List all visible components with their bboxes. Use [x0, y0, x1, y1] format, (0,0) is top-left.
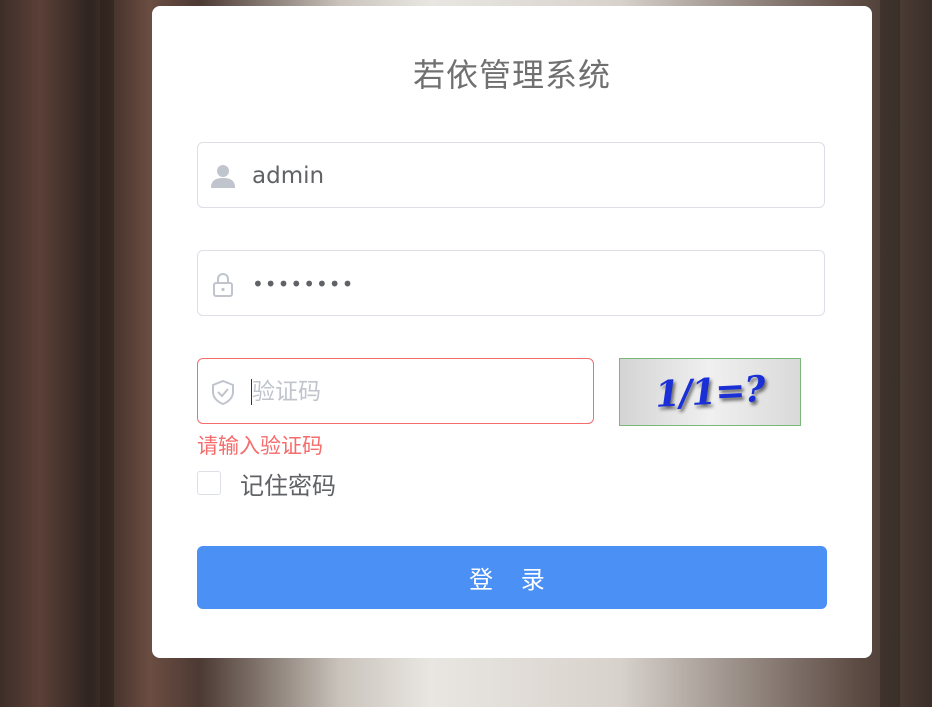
username-field[interactable]: admin — [197, 142, 825, 208]
password-value: •••••••• — [252, 272, 355, 296]
captcha-error-message: 请输入验证码 — [197, 434, 323, 458]
captcha-field[interactable]: 验证码 — [197, 358, 594, 424]
username-value: admin — [252, 163, 325, 189]
remember-label: 记住密码 — [240, 471, 336, 500]
lock-icon — [210, 271, 236, 297]
remember-checkbox[interactable] — [197, 471, 221, 495]
captcha-image-text: 1/1=? — [654, 368, 766, 416]
login-card: 若依管理系统 admin •••••••• 验证码 1/1=? 请输入验证码 记… — [152, 6, 872, 658]
captcha-placeholder: 验证码 — [252, 379, 321, 405]
background-wood-stripe — [100, 0, 114, 707]
shield-icon — [210, 379, 236, 406]
captcha-image[interactable]: 1/1=? — [619, 358, 801, 426]
user-icon — [210, 163, 236, 189]
login-button[interactable]: 登 录 — [197, 546, 827, 609]
password-field[interactable]: •••••••• — [197, 250, 825, 316]
remember-password[interactable]: 记住密码 — [197, 468, 336, 500]
background-wood-stripe — [880, 0, 900, 707]
page-title: 若依管理系统 — [412, 56, 611, 94]
